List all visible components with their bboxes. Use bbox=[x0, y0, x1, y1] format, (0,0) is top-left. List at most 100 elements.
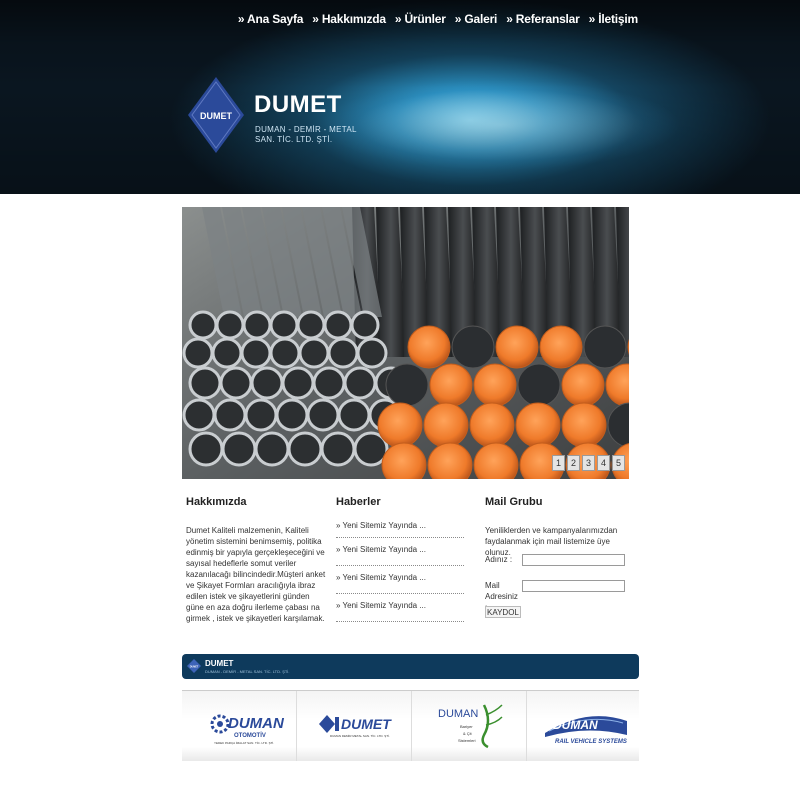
pipe-ring bbox=[269, 310, 299, 340]
partner-duman-rail[interactable]: DUMAN RAIL VEHICLE SYSTEMS bbox=[527, 691, 641, 761]
news-item[interactable]: » Yeni Sitemiz Yayında ... bbox=[336, 567, 464, 594]
pipe-ring bbox=[287, 431, 323, 467]
slide-page-3[interactable]: 3 bbox=[582, 455, 595, 471]
news-item[interactable]: » Yeni Sitemiz Yayında ... bbox=[336, 517, 464, 538]
nav-products[interactable]: » Ürünler bbox=[395, 12, 446, 26]
pipe-end bbox=[495, 325, 539, 369]
pipe-ring bbox=[343, 366, 377, 400]
pipe-end bbox=[385, 363, 429, 407]
pipe-ring bbox=[275, 398, 309, 432]
footer-logo-icon: DUMET bbox=[187, 659, 201, 673]
rail-line2: RAIL VEHICLE SYSTEMS bbox=[555, 739, 627, 745]
dumet-logo-icon: DUMET bbox=[188, 77, 244, 153]
pipe-ring bbox=[213, 398, 247, 432]
hero-slideshow: 1 2 3 4 5 bbox=[182, 207, 629, 479]
pipe-end bbox=[377, 402, 423, 448]
pipe-ring bbox=[240, 337, 272, 369]
brand-name: DUMET bbox=[254, 91, 342, 118]
mail-group-section: Mail Grubu Yeniliklerden ve kampanyaları… bbox=[485, 496, 630, 618]
pipe-ring bbox=[250, 366, 284, 400]
pipe-ring bbox=[211, 337, 243, 369]
partner-dumet[interactable]: DUMET DUMAN DEMİR METAL SAN. TİC. LTD. Ş… bbox=[297, 691, 412, 761]
partner-duman-bariyer[interactable]: DUMAN Bariyer & Çit Sistemleri bbox=[412, 691, 527, 761]
steel-pipes-photo bbox=[182, 207, 629, 479]
pipe-ring bbox=[337, 398, 371, 432]
bariyer-line3: & Çit bbox=[463, 731, 473, 736]
dumet-partner-name: DUMET bbox=[341, 716, 392, 732]
pipe-ring bbox=[306, 398, 340, 432]
pipe-end bbox=[451, 325, 495, 369]
pipe-ring bbox=[244, 398, 278, 432]
about-section: Hakkımızda Dumet Kaliteli malzemenin, Ka… bbox=[186, 496, 326, 624]
pipe-ring bbox=[356, 337, 388, 369]
nav-references[interactable]: » Referanslar bbox=[506, 12, 580, 26]
pipe-ring bbox=[312, 366, 346, 400]
slide-page-2[interactable]: 2 bbox=[567, 455, 580, 471]
duman-otomotiv-logo: DUMAN OTOMOTİV YEDEK PARÇA İMALAT SAN. T… bbox=[210, 714, 285, 745]
pipe-ring bbox=[215, 310, 245, 340]
pipe-ring bbox=[188, 366, 222, 400]
pipe-ring bbox=[320, 431, 356, 467]
pipe-ring bbox=[219, 366, 253, 400]
name-label: Adınız : bbox=[485, 555, 513, 564]
news-section: Haberler » Yeni Sitemiz Yayında ... » Ye… bbox=[336, 496, 464, 623]
nav-contact[interactable]: » İletişim bbox=[589, 12, 639, 26]
bariyer-line4: Sistemleri bbox=[458, 738, 476, 743]
header-banner: » Ana Sayfa » Hakkımızda » Ürünler » Gal… bbox=[0, 0, 800, 194]
pipe-ring bbox=[269, 337, 301, 369]
slide-page-1[interactable]: 1 bbox=[552, 455, 565, 471]
dumet-partner-line2: DUMAN DEMİR METAL SAN. TİC. LTD. ŞTİ. bbox=[330, 733, 390, 738]
pipe-end bbox=[517, 363, 561, 407]
footer-brand-subtitle: DUMAN - DEMİR - METAL SAN. TİC. LTD. ŞTİ… bbox=[205, 669, 290, 674]
pipe-end bbox=[429, 363, 473, 407]
email-input[interactable] bbox=[522, 580, 625, 592]
pipe-end bbox=[515, 402, 561, 448]
pipe-ring bbox=[323, 310, 353, 340]
pipe-end bbox=[561, 402, 607, 448]
nav-home[interactable]: » Ana Sayfa bbox=[238, 12, 304, 26]
logo-mark-text: DUMET bbox=[200, 111, 232, 121]
nav-about[interactable]: » Hakkımızda bbox=[312, 12, 386, 26]
pipe-end bbox=[539, 325, 583, 369]
pipe-ring bbox=[188, 310, 218, 340]
pipe-ring bbox=[254, 431, 290, 467]
news-list: » Yeni Sitemiz Yayında ... » Yeni Sitemi… bbox=[336, 517, 464, 622]
partner-logos: DUMAN OTOMOTİV YEDEK PARÇA İMALAT SAN. T… bbox=[182, 690, 639, 761]
slide-page-5[interactable]: 5 bbox=[612, 455, 625, 471]
pipe-ring bbox=[350, 310, 380, 340]
pipe-end bbox=[473, 363, 517, 407]
mail-title: Mail Grubu bbox=[485, 496, 543, 508]
footer-bar: DUMET DUMET DUMAN - DEMİR - METAL SAN. T… bbox=[182, 654, 639, 679]
main-nav: » Ana Sayfa » Hakkımızda » Ürünler » Gal… bbox=[238, 12, 638, 26]
dumet-partner-logo: DUMET DUMAN DEMİR METAL SAN. TİC. LTD. Ş… bbox=[319, 715, 392, 738]
subscribe-button[interactable]: KAYDOL bbox=[485, 606, 521, 618]
brand-subtitle: DUMAN - DEMİR - METAL SAN. TİC. LTD. ŞTİ… bbox=[255, 125, 357, 145]
footer-brand-name: DUMET bbox=[205, 659, 234, 668]
slide-page-4[interactable]: 4 bbox=[597, 455, 610, 471]
news-item[interactable]: » Yeni Sitemiz Yayında ... bbox=[336, 539, 464, 566]
brand-subtitle-line1: DUMAN - DEMİR - METAL bbox=[255, 125, 357, 134]
footer-mark-text: DUMET bbox=[190, 666, 199, 669]
nav-gallery[interactable]: » Galeri bbox=[455, 12, 498, 26]
news-title: Haberler bbox=[336, 496, 381, 508]
about-title: Hakkımızda bbox=[186, 496, 247, 508]
pipe-end bbox=[423, 402, 469, 448]
about-text: Dumet Kaliteli malzemenin, Kaliteli yöne… bbox=[186, 526, 326, 623]
slide-pager: 1 2 3 4 5 bbox=[552, 455, 625, 471]
duman-rail-logo: DUMAN RAIL VEHICLE SYSTEMS bbox=[545, 716, 627, 745]
rail-name: DUMAN bbox=[553, 718, 598, 732]
pipe-ring bbox=[182, 337, 214, 369]
pipe-end bbox=[561, 363, 605, 407]
pipe-ring bbox=[242, 310, 272, 340]
pipe-ring bbox=[188, 431, 224, 467]
news-item[interactable]: » Yeni Sitemiz Yayında ... bbox=[336, 595, 464, 622]
otomotiv-line3: YEDEK PARÇA İMALAT SAN. TİC. LTD. ŞTİ. bbox=[214, 740, 274, 745]
pipe-end bbox=[469, 402, 515, 448]
pipe-ring bbox=[221, 431, 257, 467]
partner-duman-otomotiv[interactable]: DUMAN OTOMOTİV YEDEK PARÇA İMALAT SAN. T… bbox=[182, 691, 297, 761]
pipe-ring bbox=[327, 337, 359, 369]
header-shade bbox=[0, 0, 800, 194]
pipe-end bbox=[583, 325, 627, 369]
brand-subtitle-line2: SAN. TİC. LTD. ŞTİ. bbox=[255, 135, 333, 144]
name-input[interactable] bbox=[522, 554, 625, 566]
